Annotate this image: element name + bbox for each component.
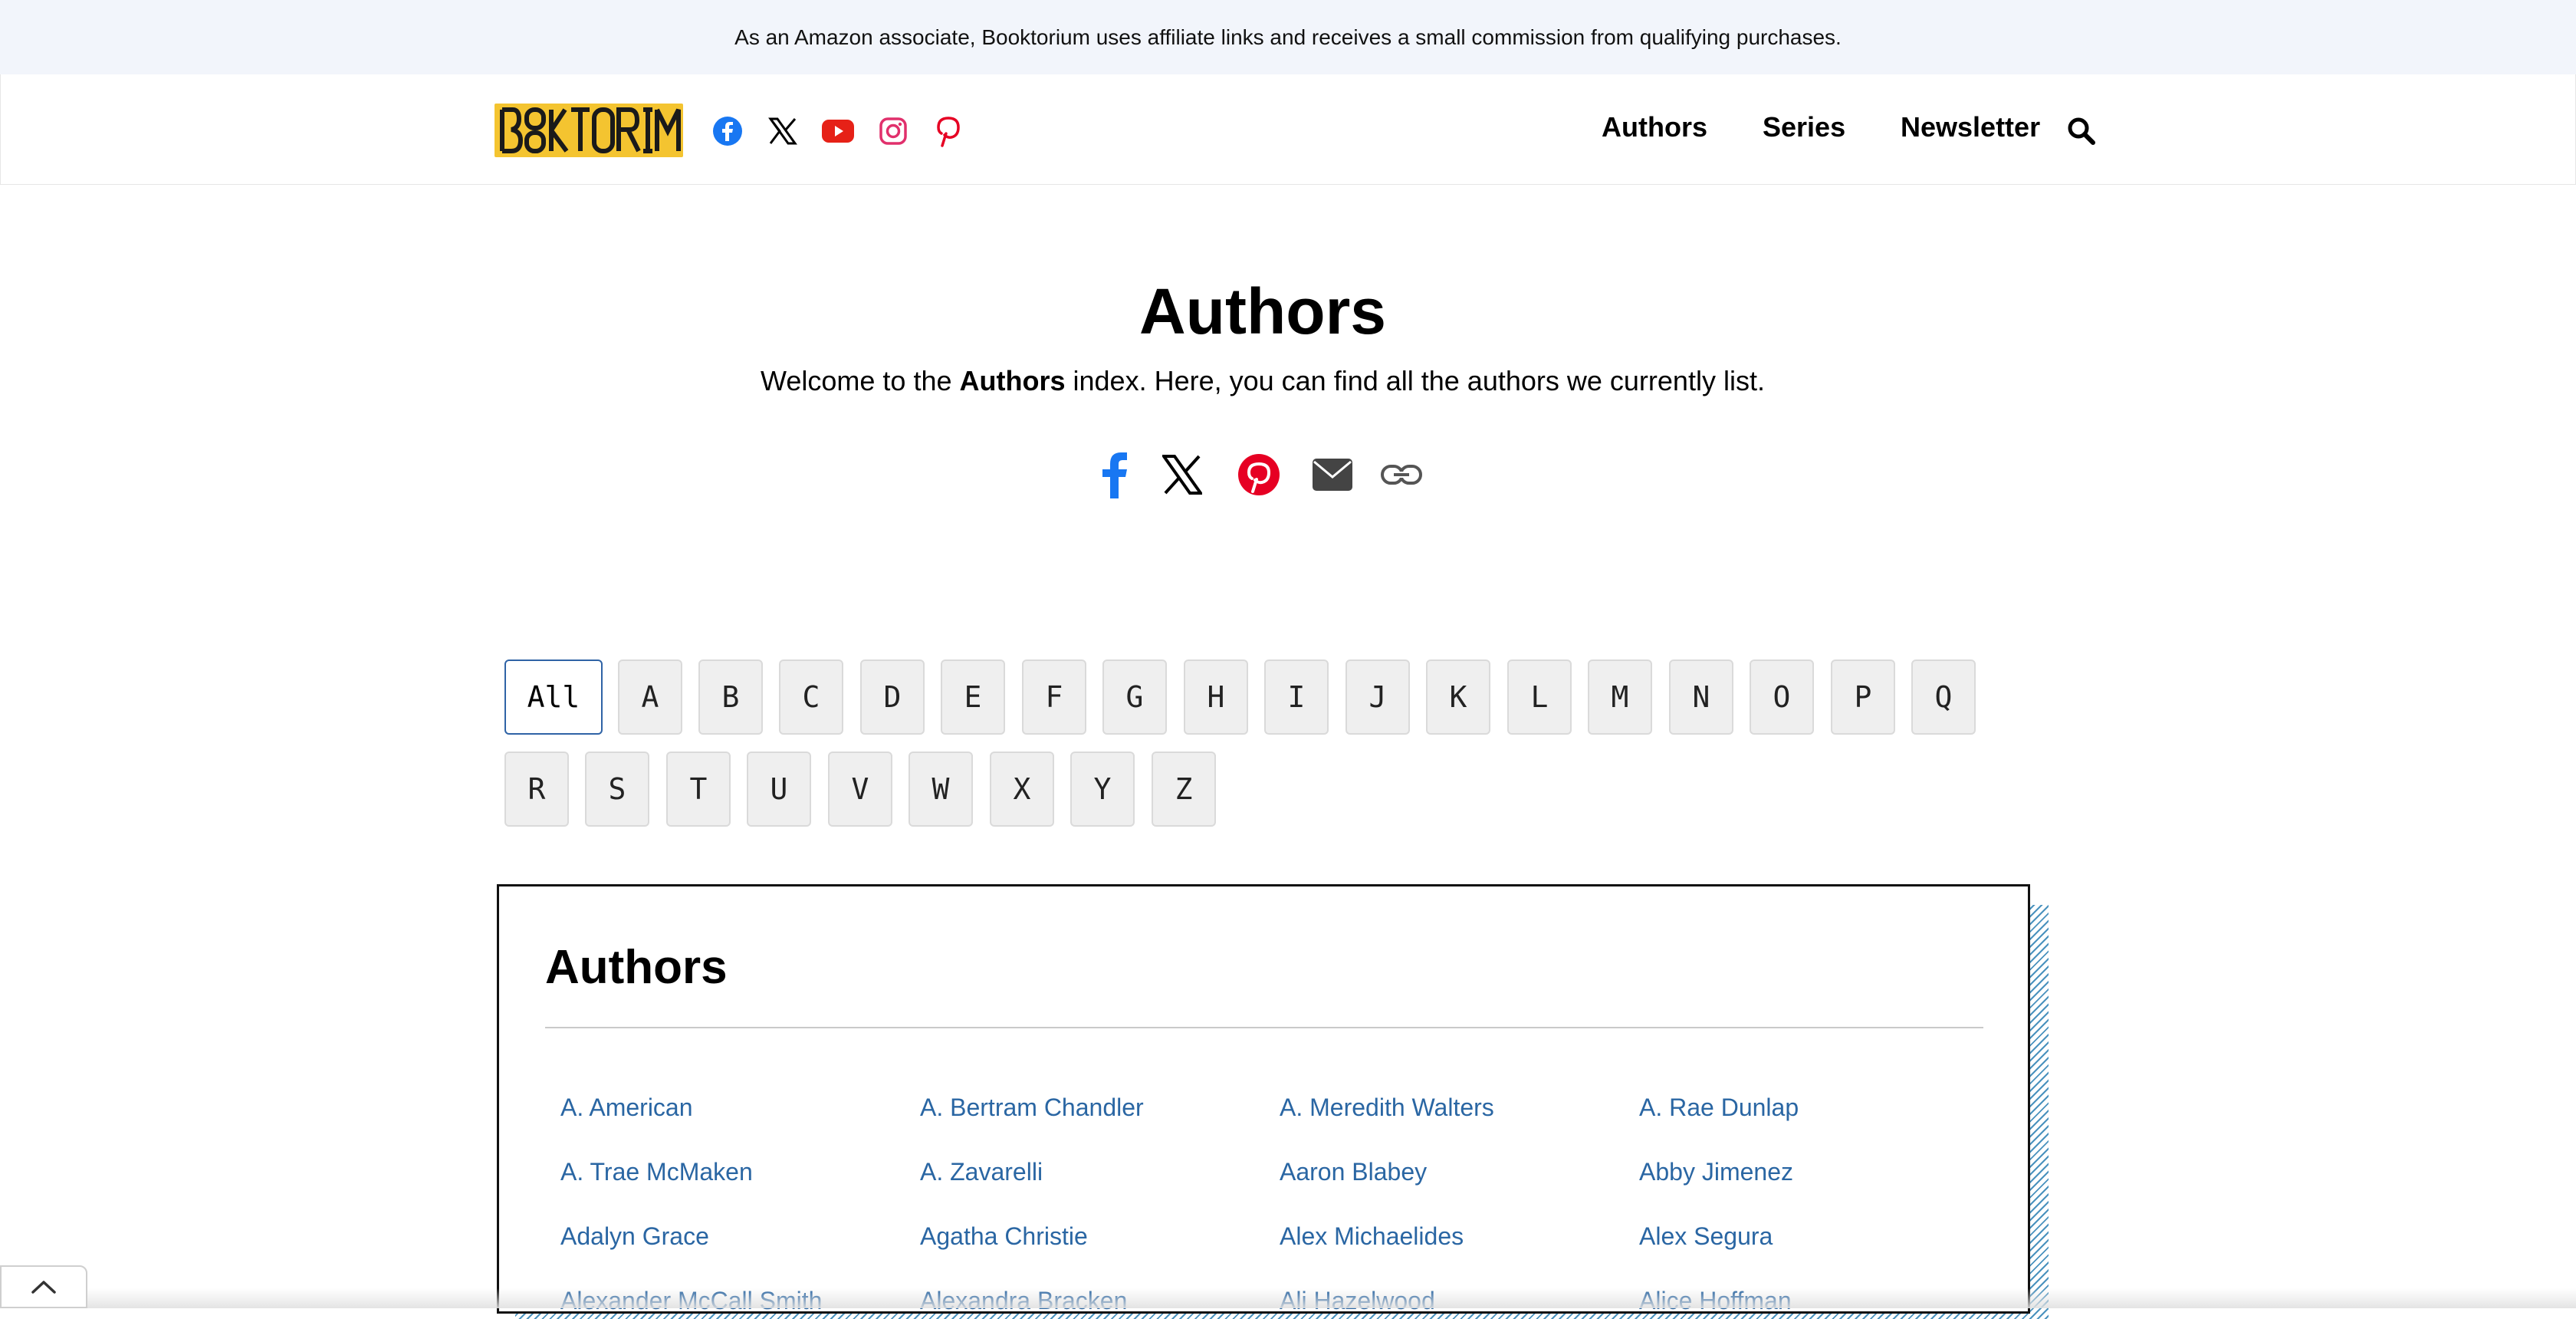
intro-text-bold: Authors (959, 365, 1066, 396)
author-link[interactable]: Adalyn Grace (560, 1222, 709, 1251)
facebook-icon[interactable] (711, 114, 744, 148)
x-icon[interactable] (766, 114, 800, 148)
author-link[interactable]: Agatha Christie (920, 1222, 1088, 1251)
instagram-icon[interactable] (876, 114, 910, 148)
letter-filter-y[interactable]: Y (1070, 752, 1135, 827)
author-link[interactable]: A. Trae McMaken (560, 1158, 753, 1186)
author-link[interactable]: A. Meredith Walters (1280, 1094, 1494, 1122)
nav-authors[interactable]: Authors (1602, 111, 1707, 143)
letter-filter-v[interactable]: V (828, 752, 892, 827)
author-link[interactable]: A. American (560, 1094, 693, 1122)
letter-filter-a[interactable]: A (618, 660, 682, 735)
booktorium-logo-icon (495, 104, 683, 157)
letter-filter-p[interactable]: P (1831, 660, 1895, 735)
letter-filter-d[interactable]: D (860, 660, 925, 735)
letter-filter-z[interactable]: Z (1152, 752, 1216, 827)
pinterest-icon[interactable] (932, 114, 965, 148)
letter-filter-r[interactable]: R (504, 752, 569, 827)
share-facebook-icon[interactable] (1092, 449, 1138, 500)
nav-series[interactable]: Series (1763, 111, 1845, 143)
letter-filter-t[interactable]: T (666, 752, 731, 827)
letter-filter-i[interactable]: I (1264, 660, 1329, 735)
letter-filter-n[interactable]: N (1669, 660, 1733, 735)
letter-filter-u[interactable]: U (747, 752, 811, 827)
letter-filter-f[interactable]: F (1022, 660, 1086, 735)
page-intro: Welcome to the Authors index. Here, you … (0, 365, 2525, 397)
letter-filter-s[interactable]: S (585, 752, 649, 827)
nav-newsletter[interactable]: Newsletter (1901, 111, 2040, 143)
chevron-up-icon (31, 1281, 56, 1294)
back-to-top-button[interactable] (0, 1265, 87, 1308)
letter-filter-x[interactable]: X (990, 752, 1054, 827)
letter-filter-j[interactable]: J (1346, 660, 1410, 735)
affiliate-notice-bar: As an Amazon associate, Booktorium uses … (0, 0, 2576, 74)
site-header: Authors Series Newsletter (0, 74, 2576, 185)
share-link-icon[interactable] (1378, 449, 1424, 500)
search-icon[interactable] (2065, 114, 2098, 148)
letter-filter-w[interactable]: W (909, 752, 973, 827)
author-link[interactable]: A. Zavarelli (920, 1158, 1043, 1186)
letter-filter-m[interactable]: M (1588, 660, 1652, 735)
author-link[interactable]: A. Rae Dunlap (1639, 1094, 1799, 1122)
author-link[interactable]: Alex Michaelides (1280, 1222, 1464, 1251)
youtube-icon[interactable] (821, 114, 855, 148)
authors-list-box: Authors A. American A. Bertram Chandler … (497, 884, 2030, 1314)
author-link[interactable]: Aaron Blabey (1280, 1158, 1427, 1186)
intro-text-before: Welcome to the (761, 365, 960, 396)
letter-filter-all[interactable]: All (504, 660, 603, 735)
author-link[interactable]: A. Bertram Chandler (920, 1094, 1144, 1122)
author-link[interactable]: Alex Segura (1639, 1222, 1773, 1251)
letter-filter-o[interactable]: O (1750, 660, 1814, 735)
share-pinterest-icon[interactable] (1236, 449, 1282, 500)
letter-filter-c[interactable]: C (779, 660, 843, 735)
site-logo[interactable] (495, 104, 683, 157)
page-title: Authors (1139, 275, 1386, 347)
authors-box-title: Authors (545, 941, 728, 994)
author-link[interactable]: Abby Jimenez (1639, 1158, 1793, 1186)
letter-filter-b[interactable]: B (698, 660, 763, 735)
affiliate-notice-text: As an Amazon associate, Booktorium uses … (734, 25, 1842, 49)
authors-box-divider (545, 1027, 1983, 1028)
bottom-fade (0, 1288, 2576, 1308)
share-x-icon[interactable] (1159, 449, 1205, 500)
intro-text-after: index. Here, you can find all the author… (1065, 365, 1765, 396)
letter-filter-e[interactable]: E (941, 660, 1005, 735)
letter-filter-g[interactable]: G (1102, 660, 1167, 735)
letter-filter-l[interactable]: L (1507, 660, 1572, 735)
share-email-icon[interactable] (1309, 449, 1355, 500)
letter-filter-k[interactable]: K (1426, 660, 1490, 735)
letter-filter-q[interactable]: Q (1911, 660, 1976, 735)
letter-filter-h[interactable]: H (1184, 660, 1248, 735)
